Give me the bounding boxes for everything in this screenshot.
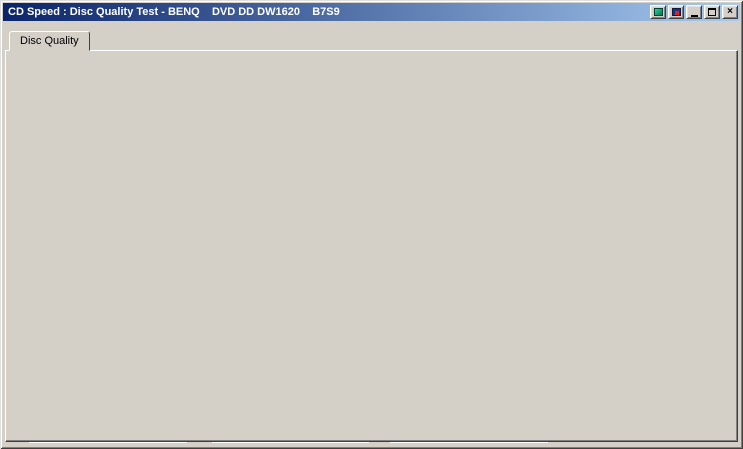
app-toolbar-icon-1[interactable] [650,5,666,19]
close-icon: × [727,7,733,17]
window-title: CD Speed : Disc Quality Test - BENQ DVD … [8,6,340,18]
app-toolbar-icon-2[interactable] [668,5,684,19]
minimize-button[interactable] [686,5,702,19]
disc-copy-icon [654,8,663,16]
titlebar-buttons: × [650,5,738,19]
tab-label: Disc Quality [20,35,79,47]
title-bar[interactable]: CD Speed : Disc Quality Test - BENQ DVD … [3,3,740,21]
graph-icon [672,8,681,16]
maximize-icon [708,8,716,16]
maximize-button[interactable] [704,5,720,19]
tab-disc-quality[interactable]: Disc Quality [9,31,90,51]
disc-quality-panel [5,50,738,442]
minimize-icon [691,10,698,17]
close-button[interactable]: × [722,5,738,19]
app-window: CD Speed : Disc Quality Test - BENQ DVD … [0,0,743,449]
